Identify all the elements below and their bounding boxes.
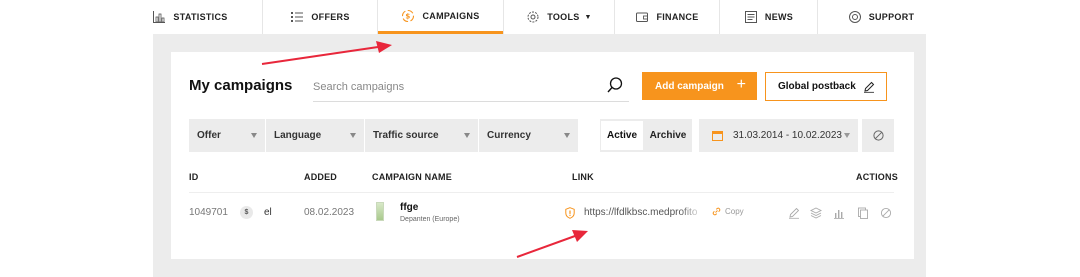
column-header-actions: ACTIONS [856,172,898,182]
traffic-source-filter-label: Traffic source [373,130,439,141]
search-input[interactable] [313,72,629,102]
currency-badge: $ [240,206,253,219]
reset-filters-button[interactable] [862,119,894,152]
offer-filter[interactable]: Offer [189,119,265,152]
currency-filter-label: Currency [487,130,531,141]
edit-icon[interactable] [788,206,800,219]
campaign-name[interactable]: ffge [400,202,418,213]
language-filter-label: Language [274,130,322,141]
nav-finance[interactable]: FINANCE [615,0,719,34]
campaign-link[interactable]: https://lfdlkbsc.medprofito [584,207,704,218]
link-icon [712,207,721,216]
nav-news-label: NEWS [764,12,794,22]
status-archive-tab[interactable]: Archive [646,121,690,150]
column-header-id: ID [189,172,199,182]
header-divider [189,192,894,193]
dropdown-arrow-icon [350,133,356,138]
nav-offers[interactable]: OFFERS [263,0,377,34]
column-header-link: LINK [572,172,594,182]
dropdown-arrow-icon [464,133,470,138]
wallet-icon [635,10,649,24]
campaign-added-date: 08.02.2023 [304,207,355,218]
nav-news[interactable]: NEWS [720,0,817,34]
dropdown-arrow-icon [564,133,570,138]
nav-support[interactable]: SUPPORT [818,0,944,34]
copy-link-button[interactable]: Copy [712,207,744,216]
page-title: My campaigns [189,77,293,94]
nav-tools[interactable]: TOOLS ▼ [504,0,614,34]
archive-icon[interactable] [880,206,892,219]
campaigns-icon: $ [401,9,415,23]
campaign-language: el [264,207,272,218]
search-icon[interactable] [606,76,624,94]
currency-filter[interactable]: Currency [479,119,578,152]
column-header-added: ADDED [304,172,338,182]
chevron-down-icon: ▼ [584,13,592,21]
copy-label: Copy [725,207,744,216]
global-postback-button[interactable]: Global postback [765,72,887,101]
nav-tools-label: TOOLS [547,12,580,22]
nav-statistics-label: STATISTICS [173,12,228,22]
newspaper-icon [744,10,758,24]
top-navigation: STATISTICS OFFERS $ CAMPAIGNS TOOLS ▼ FI… [0,0,1080,34]
dropdown-arrow-icon [251,133,257,138]
nav-support-label: SUPPORT [868,12,915,22]
nav-statistics[interactable]: STATISTICS [153,0,227,34]
bar-chart-icon [152,10,166,24]
shield-icon [565,207,575,219]
dropdown-arrow-icon [844,133,850,138]
svg-text:$: $ [406,12,411,20]
gear-icon [526,10,540,24]
add-campaign-label: Add campaign [655,80,724,92]
layers-icon[interactable] [809,206,823,219]
nav-finance-label: FINANCE [656,12,699,22]
reset-icon [872,130,884,141]
list-icon [290,10,304,24]
date-range-picker[interactable]: 31.03.2014 - 10.02.2023 [699,119,858,152]
nav-offers-label: OFFERS [311,12,350,22]
offer-name: Depanten (Europe) [400,216,460,223]
status-active-tab[interactable]: Active [601,121,643,150]
nav-campaigns[interactable]: $ CAMPAIGNS [378,0,503,34]
offer-thumbnail [376,202,384,221]
support-icon [848,10,862,24]
nav-campaigns-label: CAMPAIGNS [422,10,480,21]
campaign-id: 1049701 [189,207,228,218]
plus-icon: + [736,76,746,93]
statistics-icon[interactable] [833,206,845,219]
add-campaign-button[interactable]: Add campaign + [642,72,757,100]
global-postback-label: Global postback [778,81,856,92]
traffic-source-filter[interactable]: Traffic source [365,119,478,152]
column-header-campaign-name: CAMPAIGN NAME [372,172,452,182]
offer-filter-label: Offer [197,130,221,141]
duplicate-icon[interactable] [857,206,869,219]
calendar-icon [712,131,723,141]
language-filter[interactable]: Language [266,119,364,152]
pencil-icon [864,81,875,93]
date-range-label: 31.03.2014 - 10.02.2023 [733,130,842,141]
